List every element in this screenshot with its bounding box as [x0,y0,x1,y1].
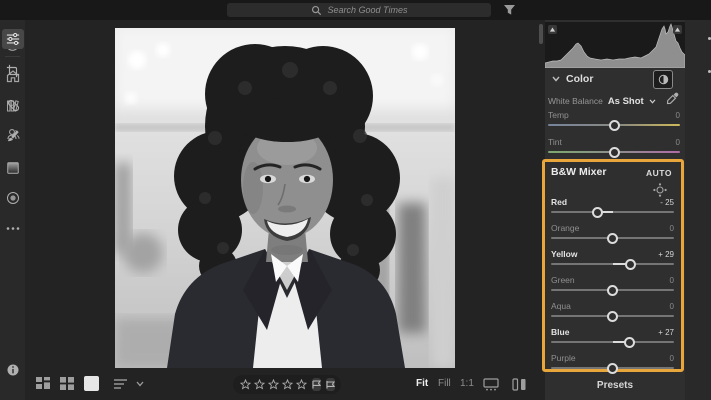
slider-label: Orange [551,223,580,233]
slider-knob[interactable] [607,232,618,244]
slider-knob[interactable] [608,146,620,158]
bw-slider-aqua: Aqua 0 [551,301,674,322]
star-icon[interactable] [254,379,265,390]
slider-label: Tint [548,137,562,147]
slider-knob[interactable] [607,284,618,296]
pick-flag-icon[interactable] [312,378,321,391]
search-input[interactable]: Search Good Times [227,3,491,17]
slider-value: 0 [675,110,680,120]
bw-slider-orange: Orange 0 [551,223,674,244]
detail-zoom-icon[interactable] [483,378,499,391]
bw-slider-green: Green 0 [551,275,674,296]
sidebar-divider [5,56,20,57]
slider-track[interactable] [551,284,674,296]
slider-track[interactable] [548,119,680,131]
auto-button[interactable]: AUTO [646,168,672,178]
slider-value: 0 [675,137,680,147]
grid-view-icon[interactable] [36,377,51,390]
tint-slider: Tint 0 [548,137,680,158]
photo[interactable] [115,28,455,368]
histogram[interactable] [545,22,685,68]
slider-value: - 25 [660,197,674,207]
tool-rail [685,20,711,400]
crop-icon[interactable] [4,62,22,80]
info-icon[interactable] [4,361,22,379]
star-icon[interactable] [240,379,251,390]
slider-value: 0 [669,275,674,285]
slider-value: 0 [669,223,674,233]
bw-mixer-title: B&W Mixer [551,166,607,178]
filter-icon[interactable] [503,4,517,16]
white-balance-value: As Shot [607,95,644,107]
bw-slider-red: Red - 25 [551,197,674,218]
presets-button[interactable]: Presets [545,375,685,396]
bw-slider-blue: Blue + 27 [551,327,674,348]
search-icon [311,5,322,16]
slider-label: Aqua [551,301,571,311]
white-balance-control[interactable]: White Balance As Shot [548,94,668,108]
linear-gradient-icon[interactable] [4,159,22,177]
slider-knob[interactable] [607,310,618,322]
zoom-mode-1-1[interactable]: 1:1 [460,378,474,389]
panel-scrollbar[interactable] [539,24,543,44]
slider-label: Temp [548,110,569,120]
slider-track[interactable] [548,146,680,158]
reject-flag-icon[interactable] [326,378,335,391]
square-grid-view-icon[interactable] [60,377,74,390]
star-icon[interactable] [296,379,307,390]
healing-icon[interactable] [4,96,22,114]
slider-value: 0 [669,353,674,363]
slider-track[interactable] [551,336,674,348]
star-icon[interactable] [282,379,293,390]
radial-gradient-icon[interactable] [4,189,22,207]
zoom-mode-fill[interactable]: Fill [438,378,451,389]
chevron-down-icon [649,98,656,104]
bw-slider-yellow: Yellow + 29 [551,249,674,270]
slider-track[interactable] [551,310,674,322]
bw-toggle-icon[interactable] [653,70,673,89]
slider-label: Yellow [551,249,578,259]
slider-label: Blue [551,327,570,337]
histogram-curve [545,23,685,68]
top-bar: Search Good Times [0,0,711,20]
slider-knob[interactable] [607,362,618,374]
bw-slider-purple: Purple 0 [551,353,674,374]
search-placeholder: Search Good Times [327,5,408,15]
lightroom-window: Search Good Times Fit Fill 1:1 Color Whi… [0,0,711,400]
slider-label: Green [551,275,575,285]
slider-label: Red [551,197,568,207]
slider-track[interactable] [551,232,674,244]
slider-value: + 27 [658,327,674,337]
shadow-clipping-icon[interactable] [548,25,557,34]
eyedropper-icon[interactable] [666,92,679,105]
star-icon[interactable] [268,379,279,390]
color-section-title: Color [566,73,594,85]
highlight-clipping-icon[interactable] [673,25,682,34]
slider-track[interactable] [551,362,674,374]
slider-value: 0 [669,301,674,311]
slider-label: Purple [551,353,576,363]
rating-pill [233,375,341,394]
slider-knob[interactable] [623,336,635,348]
slider-knob[interactable] [591,206,603,218]
slider-track[interactable] [551,258,674,270]
sort-icon[interactable] [114,378,129,390]
slider-track[interactable] [551,206,674,218]
split-view-icon[interactable] [512,378,527,391]
slider-knob[interactable] [624,258,636,270]
more-tools-icon[interactable] [4,219,22,237]
white-balance-label: White Balance [548,96,603,106]
detail-view-icon[interactable] [84,376,99,391]
slider-knob[interactable] [608,119,620,131]
bw-portrait-image [115,28,455,368]
brush-icon[interactable] [4,127,22,145]
zoom-mode-fit[interactable]: Fit [416,378,428,389]
targeted-adjustment-icon[interactable] [653,183,667,197]
edit-icon[interactable] [2,29,24,49]
temp-slider: Temp 0 [548,110,680,131]
chevron-down-icon [552,76,560,82]
slider-value: + 29 [658,249,674,259]
sort-chevron-icon[interactable] [136,381,144,387]
